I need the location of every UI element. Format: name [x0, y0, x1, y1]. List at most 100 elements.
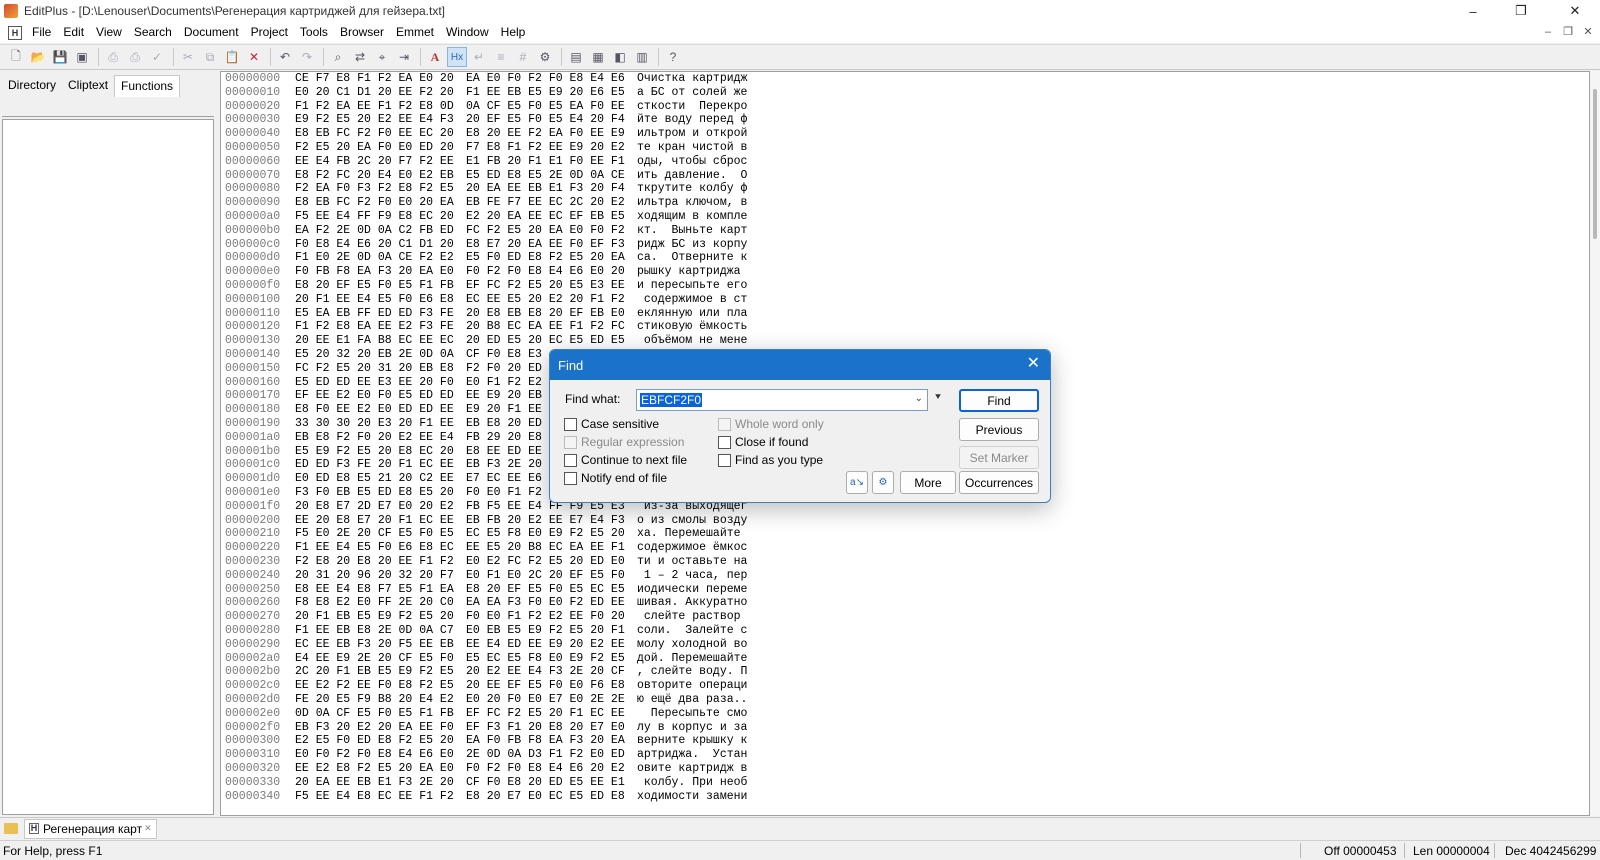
find-as-you-type-checkbox[interactable]: Find as you type — [718, 453, 823, 467]
paste-icon[interactable]: 📋 — [222, 47, 242, 67]
close-button[interactable]: ✕ — [1552, 0, 1598, 22]
font-icon[interactable]: A — [425, 47, 445, 67]
notify-end-of-file-checkbox[interactable]: Notify end of file — [564, 471, 667, 485]
hex-row-bytes-high: EE E9 20 EB — [466, 389, 542, 403]
save-icon[interactable]: 💾 — [50, 47, 70, 67]
browser-icon[interactable]: ◧ — [610, 47, 630, 67]
tab-functions[interactable]: Functions — [114, 75, 181, 97]
menu-search[interactable]: Search — [128, 22, 178, 43]
mdi-minimize-button[interactable]: – — [1540, 25, 1556, 40]
regular-expression-checkbox[interactable]: Regular expression — [564, 435, 684, 449]
redo-icon[interactable]: ↷ — [297, 47, 317, 67]
toolbar-separator — [173, 48, 174, 66]
print-preview-icon[interactable]: ⎙ — [103, 47, 123, 67]
options-icon[interactable]: ⚙ — [872, 471, 894, 494]
save-all-icon[interactable]: ▣ — [72, 47, 92, 67]
cliptext-icon[interactable]: ▦ — [588, 47, 608, 67]
hex-row-text: ткрутите колбу ф — [637, 182, 748, 196]
hex-row-address: 00000090 — [225, 196, 281, 210]
hex-row-bytes-high: EF FC F2 E5 20 F1 EC EE — [466, 706, 625, 720]
ruler-icon[interactable]: ≡ — [491, 47, 511, 67]
occurrences-button[interactable]: Occurrences — [959, 471, 1039, 494]
find-dialog-titlebar[interactable]: Find ✕ — [550, 350, 1050, 380]
mdi-restore-button[interactable]: ❐ — [1560, 25, 1576, 40]
toolbar: 🗋 📂 💾 ▣ ⎙ ⎙ ✓ ✂ ⧉ 📋 ✕ ↶ ↷ ⌕ ⇄ ⌖ ⇥ A Hx ↵… — [0, 44, 1600, 70]
file-tab[interactable]: H Регенерация карт ✕ — [24, 818, 157, 839]
delete-icon[interactable]: ✕ — [244, 47, 264, 67]
find-in-files-icon[interactable]: ⌖ — [372, 47, 392, 67]
close-tab-icon[interactable]: ✕ — [144, 823, 152, 834]
hex-row-address: 00000320 — [225, 762, 281, 775]
document-icon[interactable]: H — [8, 25, 22, 40]
hex-row-bytes-high: EA F0 FB F8 EA F3 20 EA — [466, 734, 625, 748]
hex-row-text: йте воду перед ф — [637, 113, 748, 127]
editplus-window: EditPlus - [D:\Lenouser\Documents\Регене… — [0, 0, 1600, 860]
close-if-found-checkbox[interactable]: Close if found — [718, 435, 808, 449]
menu-file[interactable]: File — [26, 22, 57, 43]
hex-row-address: 00000230 — [225, 555, 281, 568]
function-filter-field[interactable] — [2, 99, 214, 117]
set-marker-button[interactable]: Set Marker — [959, 446, 1039, 469]
hex-row-bytes-high: EA EA F3 F0 E0 F2 ED EE — [466, 596, 625, 610]
chevron-down-icon[interactable]: ⌄ — [915, 393, 923, 404]
tab-directory[interactable]: Directory — [2, 75, 62, 97]
restore-button[interactable]: ❐ — [1498, 0, 1544, 22]
mdi-close-button[interactable]: ✕ — [1580, 25, 1596, 40]
undo-icon[interactable]: ↶ — [275, 47, 295, 67]
checkbox-box — [564, 453, 577, 467]
menu-window[interactable]: Window — [440, 22, 495, 43]
tab-cliptext[interactable]: Cliptext — [62, 75, 114, 97]
hex-row-bytes-high: 20 EF E5 F0 E5 E4 20 F4 — [466, 113, 625, 127]
settings-icon[interactable]: ⚙ — [535, 47, 555, 67]
spell-check-icon[interactable]: ✓ — [147, 47, 167, 67]
hex-row-bytes-low: 20 31 20 96 20 32 20 F7 — [295, 568, 454, 582]
whole-word-only-checkbox[interactable]: Whole word only — [718, 417, 824, 431]
history-dropdown-icon[interactable]: ⯆ — [934, 392, 942, 403]
find-what-input[interactable]: EBFCF2F0 ⌄ — [636, 389, 928, 411]
vertical-scrollbar[interactable] — [1590, 71, 1600, 816]
hex-row-bytes-low: 20 F1 EE E4 E5 F0 E6 E8 — [295, 292, 454, 306]
close-icon[interactable]: ✕ — [1027, 356, 1040, 372]
menu-browser[interactable]: Browser — [334, 22, 390, 43]
menu-tools[interactable]: Tools — [294, 22, 334, 43]
menu-view[interactable]: View — [90, 22, 128, 43]
minimize-button[interactable]: – — [1450, 0, 1496, 22]
copy-icon[interactable]: ⧉ — [200, 47, 220, 67]
replace-icon[interactable]: ⇄ — [350, 47, 370, 67]
previous-button[interactable]: Previous — [959, 418, 1039, 441]
more-button[interactable]: More — [900, 471, 956, 494]
menu-project[interactable]: Project — [245, 22, 294, 43]
left-panel-tabs: Directory Cliptext Functions — [0, 71, 218, 97]
case-convert-icon[interactable]: a↘ — [846, 471, 868, 494]
function-list[interactable] — [2, 119, 214, 815]
hex-row-address: 00000020 — [225, 99, 281, 113]
find-button[interactable]: Find — [959, 389, 1039, 412]
cut-icon[interactable]: ✂ — [178, 47, 198, 67]
hex-row-bytes-high: EF FC F2 E5 20 E5 E3 EE — [466, 279, 625, 292]
menu-document[interactable]: Document — [178, 22, 245, 43]
open-folder-icon[interactable]: 📂 — [28, 47, 48, 67]
menu-edit[interactable]: Edit — [57, 22, 90, 43]
print-icon[interactable]: ⎙ — [125, 47, 145, 67]
hex-row-bytes-low: E9 F2 E5 20 E2 EE E4 F3 — [295, 113, 454, 127]
hex-row-address: 000001b0 — [225, 444, 281, 458]
hex-row-address: 00000110 — [225, 306, 281, 320]
help-icon[interactable]: ? — [663, 47, 683, 67]
line-number-icon[interactable]: # — [513, 47, 533, 67]
continue-to-next-file-checkbox[interactable]: Continue to next file — [564, 453, 687, 467]
scrollbar-thumb[interactable] — [1593, 89, 1597, 239]
folder-icon[interactable] — [4, 823, 18, 834]
hex-view-icon[interactable]: Hx — [447, 47, 467, 67]
goto-icon[interactable]: ⇥ — [394, 47, 414, 67]
hex-row-bytes-low: E8 F2 FC 20 E4 E0 E2 EB — [295, 168, 454, 182]
case-sensitive-checkbox[interactable]: Case sensitive — [564, 417, 659, 431]
menu-help[interactable]: Help — [495, 22, 532, 43]
hex-row-bytes-high: E8 20 EE F2 EA F0 EE E9 — [466, 127, 625, 141]
window-list-icon[interactable]: ▤ — [566, 47, 586, 67]
word-wrap-icon[interactable]: ↵ — [469, 47, 489, 67]
output-window-icon[interactable]: ▥ — [632, 47, 652, 67]
new-file-icon[interactable]: 🗋 — [6, 47, 26, 67]
menu-emmet[interactable]: Emmet — [390, 22, 440, 43]
close-if-found-label: Close if found — [735, 435, 809, 449]
find-icon[interactable]: ⌕ — [328, 47, 348, 67]
